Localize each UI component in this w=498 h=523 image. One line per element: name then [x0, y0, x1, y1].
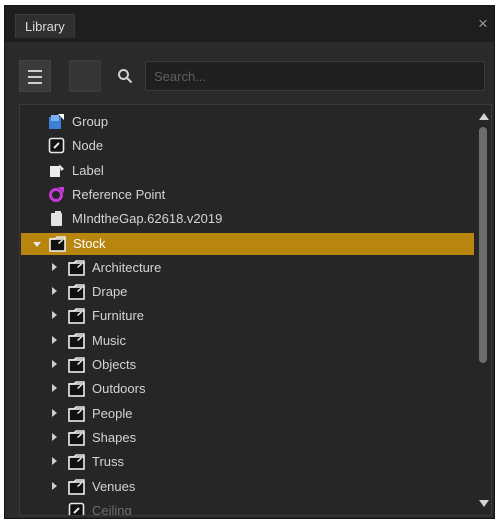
tree-item-label: Truss [92, 454, 125, 470]
folder-icon [68, 307, 85, 325]
tree-item-label: People [92, 405, 133, 421]
tree-item-label: Shapes [92, 429, 137, 445]
tree-item-label: Drape [92, 284, 128, 300]
folder-icon [68, 356, 85, 373]
collapse-arrow-icon[interactable] [52, 262, 57, 271]
tree-item-label: Label [72, 162, 104, 178]
tree-item-truss[interactable]: Truss [20, 451, 473, 473]
tree-item-label: Objects [92, 357, 137, 372]
node-icon [68, 502, 85, 515]
collapse-arrow-icon[interactable] [52, 408, 57, 417]
folder-icon [68, 478, 85, 495]
file-icon [48, 210, 65, 227]
search-field[interactable] [145, 61, 485, 91]
label-icon [48, 162, 65, 179]
tree-item-label[interactable]: Label [20, 160, 473, 182]
folder-icon [68, 405, 85, 422]
folder-icon [68, 429, 85, 446]
scrollbar-thumb[interactable] [479, 127, 487, 363]
folder-icon [68, 259, 85, 276]
tree-item-label: Stock [73, 235, 106, 251]
tree-item-furniture[interactable]: Furniture [20, 305, 473, 327]
tree-item-group[interactable]: Group [20, 111, 473, 133]
folder-icon [68, 380, 85, 398]
library-panel: Library × Group Node Label Reference Point M… [4, 5, 495, 519]
tree-item-label: Node [72, 138, 104, 154]
tab-library[interactable]: Library [15, 14, 75, 38]
tree-item-objects[interactable]: Objects [20, 354, 473, 376]
reference-point-icon [48, 186, 65, 203]
tree-item-label: Music [92, 332, 126, 348]
vertical-scrollbar[interactable] [476, 109, 489, 511]
tree-item-shapes[interactable]: Shapes [20, 427, 473, 449]
folder-icon [68, 332, 85, 349]
collapse-arrow-icon[interactable] [52, 287, 57, 296]
tree-item-label: Venues [92, 478, 136, 494]
scroll-up-icon[interactable] [479, 113, 489, 120]
menu-button[interactable] [19, 60, 51, 92]
tree-item-label: Outdoors [92, 381, 146, 397]
collapse-arrow-icon[interactable] [52, 360, 57, 368]
collapse-arrow-icon[interactable] [52, 384, 57, 393]
tree-item-label: Architecture [92, 259, 162, 275]
tree-item-people[interactable]: People [20, 403, 473, 425]
tree-item-stock[interactable]: Stock [21, 232, 474, 255]
collapse-arrow-icon[interactable] [52, 311, 57, 320]
tree-item-venues[interactable]: Venues [20, 476, 473, 498]
folder-icon [49, 235, 66, 252]
collapse-arrow-icon[interactable] [52, 432, 57, 441]
tree-item-label: Furniture [92, 308, 145, 324]
folder-icon [68, 283, 85, 300]
close-icon[interactable]: × [475, 15, 491, 32]
tree-item-mindthegap-62618-v2019[interactable]: MIndtheGap.62618.v2019 [20, 208, 473, 230]
tree-item-reference-point[interactable]: Reference Point [20, 184, 473, 206]
collapse-arrow-icon[interactable] [52, 457, 57, 466]
tree-item-label: Reference Point [72, 186, 166, 202]
collapse-arrow-icon[interactable] [52, 335, 57, 344]
view-toggle-button[interactable] [69, 60, 101, 92]
hamburger-icon [28, 70, 42, 72]
tree-item-outdoors[interactable]: Outdoors [20, 378, 473, 400]
tree-item-label: MIndtheGap.62618.v2019 [72, 211, 223, 227]
library-tree: Group Node Label Reference Point MIndtheGap.… [19, 104, 492, 516]
group-icon [48, 113, 65, 130]
panel-tab-bar: Library × [5, 6, 494, 42]
tree-item-music[interactable]: Music [20, 330, 473, 352]
library-toolbar [5, 42, 494, 104]
tree-item-drape[interactable]: Drape [20, 281, 473, 303]
scroll-down-icon[interactable] [479, 500, 489, 507]
tree-item-label: Group [72, 114, 109, 129]
search-icon [118, 69, 133, 84]
tree-item-ceiling[interactable]: Ceiling [20, 500, 473, 516]
search-input[interactable] [146, 62, 484, 90]
node-icon [48, 137, 65, 154]
collapse-arrow-icon[interactable] [52, 481, 57, 490]
folder-icon [68, 453, 85, 470]
tree-item-architecture[interactable]: Architecture [20, 257, 473, 279]
tree-item-label: Ceiling [92, 502, 132, 516]
tree-item-node[interactable]: Node [20, 135, 473, 157]
expand-arrow-icon[interactable] [33, 241, 41, 247]
